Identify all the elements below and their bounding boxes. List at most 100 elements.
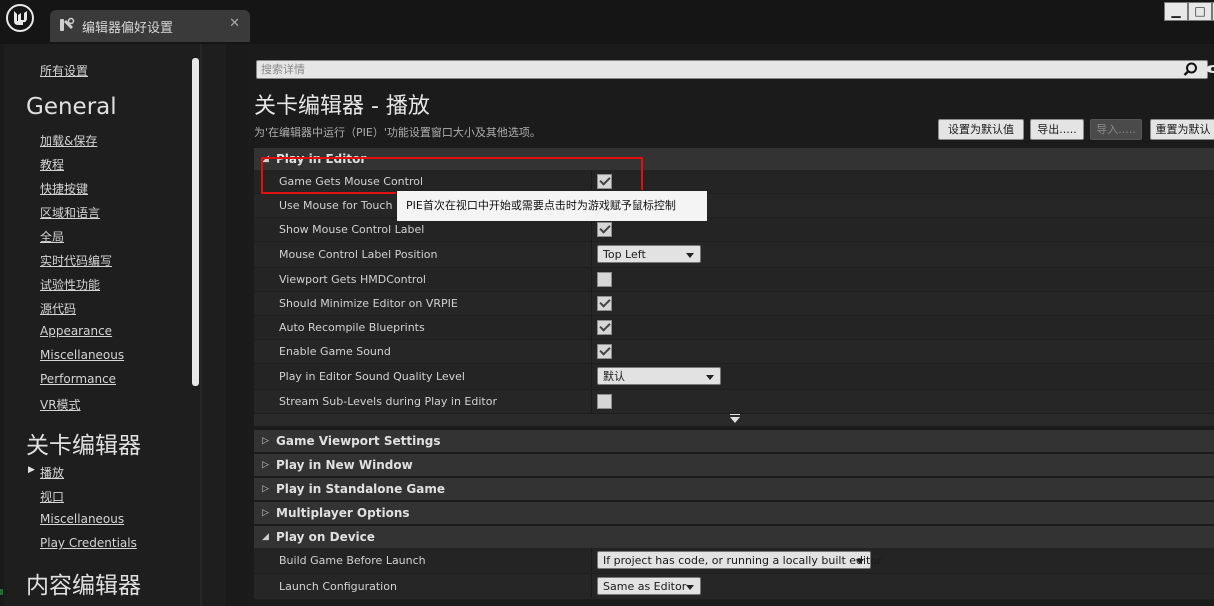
column-divider [591, 292, 592, 316]
sidebar-item-global[interactable]: 全局 [40, 228, 64, 245]
red-highlight-box [261, 157, 643, 194]
dropdown-value: Top Left [603, 248, 646, 261]
chevron-down-icon [686, 253, 694, 258]
section-play-on-device[interactable]: ◢ Play on Device [254, 526, 1214, 548]
property-row-launch-configuration: Launch Configuration Same as Editor [254, 574, 1214, 600]
dropdown-value: If project has code, or running a locall… [603, 554, 882, 567]
sidebar-item-miscellaneous[interactable]: Miscellaneous [40, 348, 124, 362]
settings-sidebar: 所有设置 General 加载&保存 教程 快捷按键 区域和语言 全局 实时代码… [4, 44, 226, 606]
unreal-logo-icon[interactable] [6, 4, 34, 32]
show-mouse-control-label-checkbox[interactable] [597, 222, 612, 237]
minimize-button[interactable]: ▁ [1164, 2, 1188, 21]
mouse-control-label-position-dropdown[interactable]: Top Left [597, 245, 701, 263]
maximize-button[interactable]: □ [1188, 2, 1212, 21]
reset-to-default-button[interactable]: 重置为默认 [1150, 119, 1214, 140]
sidebar-item-play-credentials[interactable]: Play Credentials [40, 536, 137, 550]
property-row-sound-quality-level: Play in Editor Sound Quality Level 默认 [254, 364, 1214, 390]
import-button[interactable]: 导入..... [1090, 119, 1142, 140]
sidebar-item-level-miscellaneous[interactable]: Miscellaneous [40, 512, 124, 526]
property-label: Viewport Gets HMDControl [279, 273, 426, 286]
expand-arrow-icon: ▷ [262, 436, 269, 446]
sidebar-item-performance[interactable]: Performance [40, 372, 116, 386]
column-divider [591, 574, 592, 598]
launch-configuration-dropdown[interactable]: Same as Editor [597, 577, 701, 595]
sidebar-item-source-code[interactable]: 源代码 [40, 300, 76, 317]
sidebar-item-all-settings[interactable]: 所有设置 [40, 62, 88, 79]
expand-arrow-icon: ▷ [262, 508, 269, 518]
sidebar-item-vr-mode[interactable]: VR模式 [40, 396, 81, 413]
stream-sub-levels-checkbox[interactable] [597, 394, 612, 409]
export-button[interactable]: 导出..... [1030, 119, 1084, 140]
minimize-editor-on-vrpie-checkbox[interactable] [597, 296, 612, 311]
column-divider [591, 390, 592, 414]
property-row-viewport-gets-hmdcontrol: Viewport Gets HMDControl [254, 268, 1214, 292]
viewport-gets-hmdcontrol-checkbox[interactable] [597, 272, 612, 287]
sidebar-item-region-language[interactable]: 区域和语言 [40, 204, 100, 221]
sidebar-item-viewports[interactable]: 视口 [40, 488, 64, 505]
close-tab-icon[interactable]: ✕ [229, 16, 240, 31]
search-input[interactable] [261, 61, 1161, 78]
sidebar-scrollbar[interactable] [192, 58, 199, 386]
tooltip: PIE首次在视口中开始或需要点击时为游戏赋予鼠标控制 [396, 190, 708, 222]
collapse-arrow-icon: ◢ [262, 532, 269, 542]
title-bar: 编辑器偏好设置 ✕ ▁ □ [0, 0, 1214, 44]
eye-icon[interactable] [1205, 60, 1214, 78]
dropdown-value: 默认 [603, 370, 625, 383]
expand-advanced-icon [730, 414, 740, 423]
column-divider [591, 242, 592, 266]
chevron-down-icon [706, 375, 714, 380]
sidebar-item-loading-saving[interactable]: 加载&保存 [40, 132, 97, 149]
section-label: Play in New Window [276, 458, 413, 472]
section-multiplayer-options[interactable]: ▷ Multiplayer Options [254, 502, 1214, 524]
settings-window: 所有设置 General 加载&保存 教程 快捷按键 区域和语言 全局 实时代码… [0, 44, 1214, 606]
property-label: Play in Editor Sound Quality Level [279, 370, 465, 383]
property-row-auto-recompile-blueprints: Auto Recompile Blueprints [254, 316, 1214, 340]
sidebar-item-tutorials[interactable]: 教程 [40, 156, 64, 173]
section-label: Play on Device [276, 530, 375, 544]
panel-splitter[interactable] [226, 44, 248, 606]
property-label: Build Game Before Launch [279, 554, 426, 567]
property-label: Stream Sub-Levels during Play in Editor [279, 395, 497, 408]
sidebar-item-live-coding[interactable]: 实时代码编写 [40, 252, 112, 269]
sidebar-item-play[interactable]: 播放 [40, 464, 64, 481]
sidebar-heading-general: General [26, 94, 117, 120]
sidebar-item-experimental[interactable]: 试验性功能 [40, 276, 100, 293]
search-icon[interactable] [1182, 61, 1199, 78]
column-divider [591, 268, 592, 292]
page-title: 关卡编辑器 - 播放 [254, 94, 430, 119]
section-play-in-new-window[interactable]: ▷ Play in New Window [254, 454, 1214, 476]
set-as-default-button[interactable]: 设置为默认值 [938, 119, 1024, 140]
sidebar-item-keyboard-shortcuts[interactable]: 快捷按键 [40, 180, 88, 197]
expand-arrow-icon: ▷ [262, 460, 269, 470]
property-label: Show Mouse Control Label [279, 223, 425, 236]
details-panel: 关卡编辑器 - 播放 为'在编辑器中运行（PIE）'功能设置窗口大小及其他选项。… [248, 44, 1214, 606]
auto-recompile-blueprints-checkbox[interactable] [597, 320, 612, 335]
property-row-mouse-control-label-position: Mouse Control Label Position Top Left [254, 242, 1214, 268]
chevron-down-icon [686, 585, 694, 590]
column-divider [591, 364, 592, 388]
sound-quality-level-dropdown[interactable]: 默认 [597, 367, 721, 385]
property-label: Auto Recompile Blueprints [279, 321, 425, 334]
tab-title: 编辑器偏好设置 [82, 21, 174, 36]
property-row-stream-sub-levels: Stream Sub-Levels during Play in Editor [254, 390, 1214, 414]
section-play-in-standalone-game[interactable]: ▷ Play in Standalone Game [254, 478, 1214, 500]
build-game-before-launch-dropdown[interactable]: If project has code, or running a locall… [597, 551, 882, 569]
editor-preferences-tab[interactable]: 编辑器偏好设置 ✕ [50, 10, 250, 42]
advanced-expander[interactable] [254, 414, 1214, 426]
column-divider [591, 548, 592, 572]
dropdown-value: Same as Editor [603, 580, 687, 593]
chevron-down-icon [856, 559, 864, 564]
property-label: Enable Game Sound [279, 345, 391, 358]
sidebar-heading-content-editor: 内容编辑器 [26, 573, 141, 599]
selected-arrow-icon: ▶ [28, 465, 35, 475]
page-description: 为'在编辑器中运行（PIE）'功能设置窗口大小及其他选项。 [254, 126, 541, 139]
sidebar-item-appearance[interactable]: Appearance [40, 324, 112, 338]
section-label: Play in Standalone Game [276, 482, 445, 496]
search-box[interactable] [256, 60, 1208, 79]
property-label: Use Mouse for Touch [279, 199, 393, 212]
enable-game-sound-checkbox[interactable] [597, 344, 612, 359]
expand-arrow-icon: ▷ [262, 484, 269, 494]
sidebar-heading-level-editor: 关卡编辑器 [26, 433, 141, 459]
section-game-viewport-settings[interactable]: ▷ Game Viewport Settings [254, 430, 1214, 452]
property-label: Launch Configuration [279, 580, 397, 593]
